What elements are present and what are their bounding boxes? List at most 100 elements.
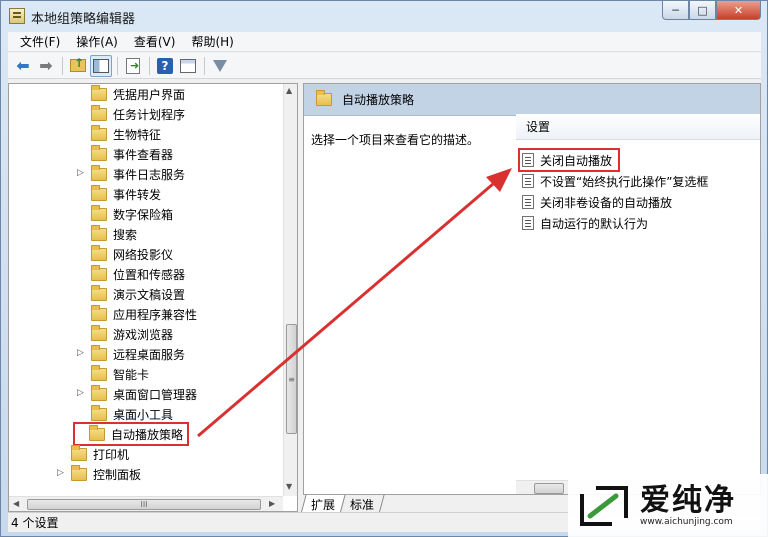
folder-icon bbox=[91, 284, 107, 301]
description-text: 选择一个项目来查看它的描述。 bbox=[311, 133, 480, 147]
column-header-setting[interactable]: 设置 bbox=[516, 114, 760, 140]
policy-setting-icon bbox=[522, 216, 534, 230]
folder-icon bbox=[91, 304, 107, 321]
tree-item[interactable]: ▷ 桌面窗口管理器 bbox=[77, 384, 198, 404]
close-button[interactable]: ✕ bbox=[716, 1, 761, 20]
filter-button[interactable] bbox=[209, 55, 231, 77]
tree-item-label: 事件转发 bbox=[113, 187, 162, 202]
menu-view[interactable]: 查看(V) bbox=[126, 33, 184, 50]
tree-item[interactable]: 搜索 bbox=[91, 224, 137, 244]
tree-item-label: 凭据用户界面 bbox=[113, 87, 186, 102]
up-folder-icon bbox=[70, 56, 86, 72]
menu-help[interactable]: 帮助(H) bbox=[183, 33, 241, 50]
tree-item[interactable]: 应用程序兼容性 bbox=[91, 304, 197, 324]
tree-horizontal-scrollbar[interactable]: ◀ III ▶ bbox=[9, 496, 283, 511]
tree-item-label: 应用程序兼容性 bbox=[113, 307, 198, 322]
folder-icon bbox=[316, 90, 332, 106]
setting-row[interactable]: 关闭非卷设备的自动播放 bbox=[522, 192, 672, 212]
folder-icon bbox=[71, 444, 87, 461]
tree-item[interactable]: 数字保险箱 bbox=[91, 204, 173, 224]
menu-action[interactable]: 操作(A) bbox=[68, 33, 126, 50]
tree-item[interactable]: 生物特征 bbox=[91, 124, 161, 144]
toolbar-separator bbox=[149, 56, 150, 75]
menu-file[interactable]: 文件(F) bbox=[12, 33, 68, 50]
scroll-right-arrow[interactable]: ▶ bbox=[269, 499, 275, 508]
tree-item[interactable]: 游戏浏览器 bbox=[91, 324, 173, 344]
setting-row[interactable]: 不设置“始终执行此操作”复选框 bbox=[522, 171, 708, 191]
tree-item[interactable]: ▷ 事件日志服务 bbox=[77, 164, 185, 184]
tree-item-label: 自动播放策略 bbox=[111, 427, 184, 442]
tree-item[interactable]: 任务计划程序 bbox=[91, 104, 185, 124]
expand-arrow-icon[interactable]: ▷ bbox=[77, 168, 85, 178]
watermark: 爱纯净 www.aichunjing.com bbox=[568, 474, 768, 537]
tree-horizontal-scroll-thumb[interactable]: III bbox=[27, 499, 261, 510]
details-pane: 自动播放策略 选择一个项目来查看它的描述。 设置 关闭自动播放不设置“始终执行此… bbox=[303, 83, 761, 495]
tree-item[interactable]: 位置和传感器 bbox=[91, 264, 185, 284]
tree-pane[interactable]: 凭据用户界面任务计划程序 生物特征事件查看器 ▷ 事件日志服务事件转发数字保险箱搜索网… bbox=[8, 83, 298, 512]
toolbar-separator bbox=[62, 56, 63, 75]
tree-item[interactable]: 智能卡 bbox=[91, 364, 149, 384]
setting-row[interactable]: 关闭自动播放 bbox=[517, 148, 621, 172]
expand-arrow-icon[interactable]: ▷ bbox=[77, 388, 85, 398]
setting-label: 关闭自动播放 bbox=[540, 153, 613, 168]
maximize-button[interactable]: □ bbox=[689, 1, 716, 20]
folder-icon bbox=[91, 204, 107, 221]
tree-item[interactable]: 事件转发 bbox=[91, 184, 161, 204]
tree-item-label: 远程桌面服务 bbox=[113, 347, 186, 362]
tree-item[interactable]: ▷ 远程桌面服务 bbox=[77, 344, 186, 364]
watermark-url: www.aichunjing.com bbox=[640, 516, 733, 527]
setting-row[interactable]: 自动运行的默认行为 bbox=[522, 213, 648, 233]
export-list-button[interactable] bbox=[122, 55, 144, 77]
tree-item[interactable]: ▷ 控制面板 bbox=[57, 464, 141, 484]
menu-bar: 文件(F) 操作(A) 查看(V) 帮助(H) bbox=[8, 32, 761, 52]
tree-item-label: 搜索 bbox=[113, 227, 138, 242]
tree-item[interactable]: 凭据用户界面 bbox=[91, 84, 185, 104]
scroll-down-arrow[interactable]: ▼ bbox=[286, 482, 292, 491]
tree-vertical-scroll-thumb[interactable]: ≡ bbox=[286, 324, 297, 434]
tree-item[interactable]: 事件查看器 bbox=[91, 144, 173, 164]
policy-editor-app-icon bbox=[9, 8, 25, 24]
client-area: 文件(F) 操作(A) 查看(V) 帮助(H) ⬅ ➡ ? 凭据用户界面任务计划… bbox=[8, 32, 761, 532]
back-button[interactable]: ⬅ bbox=[12, 55, 34, 77]
expand-arrow-icon[interactable]: ▷ bbox=[77, 348, 85, 358]
folder-icon bbox=[91, 384, 107, 401]
tree-item-label: 打印机 bbox=[93, 447, 130, 462]
minimize-button[interactable]: ─ bbox=[662, 1, 689, 20]
tree-item[interactable]: 打印机 bbox=[71, 444, 129, 464]
title-bar[interactable]: 本地组策略编辑器 ─ □ ✕ bbox=[1, 1, 767, 31]
window-title: 本地组策略编辑器 bbox=[31, 12, 136, 27]
scroll-left-arrow[interactable]: ◀ bbox=[13, 499, 19, 508]
show-hide-tree-button[interactable] bbox=[90, 54, 112, 77]
setting-label: 自动运行的默认行为 bbox=[540, 216, 649, 231]
tree-item-label: 游戏浏览器 bbox=[113, 327, 174, 342]
tree-item[interactable]: 自动播放策略 bbox=[72, 422, 190, 446]
folder-icon bbox=[71, 464, 87, 481]
setting-label: 不设置“始终执行此操作”复选框 bbox=[540, 174, 709, 189]
tree-item-label: 桌面窗口管理器 bbox=[113, 387, 198, 402]
properties-icon bbox=[180, 58, 196, 73]
scroll-up-arrow[interactable]: ▲ bbox=[286, 86, 292, 95]
up-one-level-button[interactable] bbox=[67, 55, 89, 77]
properties-button[interactable] bbox=[177, 55, 199, 77]
toolbar-separator bbox=[204, 56, 205, 75]
tree-item-label: 事件查看器 bbox=[113, 147, 174, 162]
policy-setting-icon bbox=[522, 195, 534, 209]
tree-vertical-scrollbar[interactable]: ▲ ≡ ▼ bbox=[283, 84, 297, 496]
details-header-title: 自动播放策略 bbox=[342, 93, 415, 107]
folder-icon bbox=[91, 104, 107, 121]
settings-list[interactable]: 设置 关闭自动播放不设置“始终执行此操作”复选框关闭非卷设备的自动播放自动运行的… bbox=[516, 114, 760, 484]
folder-icon bbox=[89, 424, 105, 441]
tree-item-label: 数字保险箱 bbox=[113, 207, 174, 222]
forward-button[interactable]: ➡ bbox=[35, 55, 57, 77]
expand-arrow-icon[interactable]: ▷ bbox=[57, 468, 65, 478]
tree-item[interactable]: 网络投影仪 bbox=[91, 244, 173, 264]
watermark-text: 爱纯净 bbox=[640, 482, 736, 518]
tree-item-label: 演示文稿设置 bbox=[113, 287, 186, 302]
toolbar-separator bbox=[117, 56, 118, 75]
tree-item[interactable]: 演示文稿设置 bbox=[91, 284, 185, 304]
settings-horizontal-scroll-thumb[interactable] bbox=[534, 483, 564, 494]
export-list-icon bbox=[126, 57, 140, 74]
help-button[interactable]: ? bbox=[154, 55, 176, 77]
tree-item[interactable]: 桌面小工具 bbox=[91, 404, 173, 424]
column-header-label: 设置 bbox=[526, 120, 551, 134]
